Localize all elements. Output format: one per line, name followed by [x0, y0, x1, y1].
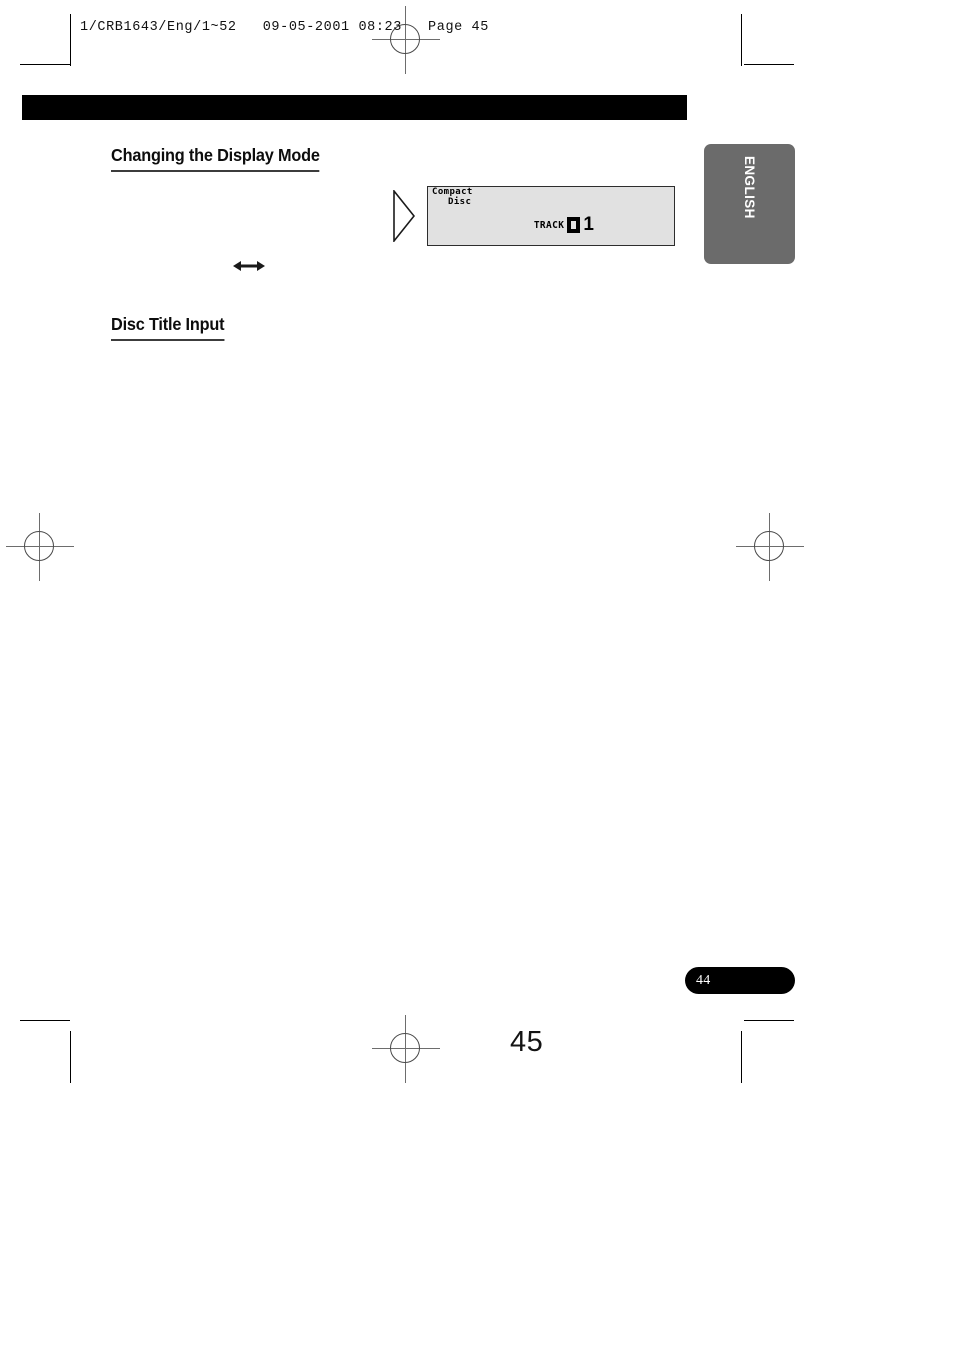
section-black-bar	[22, 95, 687, 120]
heading-disc-title-input: Disc Title Input	[111, 314, 225, 341]
compact-disc-logo-line-2: Disc	[448, 196, 472, 207]
crop-mark-bottom-right-vertical	[741, 1031, 742, 1083]
compact-disc-logo: Compact Disc	[432, 187, 473, 207]
crop-mark-top-right-vertical	[741, 14, 742, 66]
lcd-track-ones-digit: 1	[583, 214, 594, 235]
lcd-track-label: TRACK	[533, 219, 565, 231]
language-tab-label: ENGLISH	[742, 156, 757, 219]
lcd-track-readout: TRACK 1	[533, 214, 594, 235]
registration-target-top	[372, 6, 440, 74]
left-right-arrow-icon	[233, 258, 265, 274]
page-reference-badge: 44	[685, 967, 795, 994]
registration-target-bottom	[372, 1015, 440, 1083]
registration-ring	[24, 531, 54, 561]
crop-mark-bottom-right-horizontal	[744, 1020, 794, 1021]
manual-page: 1/CRB1643/Eng/1~52 09-05-2001 08:23 Page…	[0, 0, 954, 1351]
triangle-pointer-icon	[393, 188, 416, 244]
lcd-track-tens-digit	[567, 217, 581, 233]
registration-ring	[754, 531, 784, 561]
registration-target-left	[6, 513, 74, 581]
registration-ring	[390, 1033, 420, 1063]
page-folio-number: 45	[510, 1026, 544, 1058]
lcd-display-panel: Compact Disc TRACK 1	[427, 186, 675, 246]
crop-mark-top-right-horizontal	[744, 64, 794, 65]
page-reference-number: 44	[696, 972, 711, 988]
heading-changing-the-display-mode: Changing the Display Mode	[111, 145, 320, 172]
crop-mark-top-left-vertical	[70, 14, 71, 66]
crop-mark-top-left-horizontal	[20, 64, 70, 65]
language-tab-english: ENGLISH	[704, 144, 795, 264]
crop-mark-bottom-left-horizontal	[20, 1020, 70, 1021]
compact-disc-logo-line-1: Compact	[432, 187, 473, 197]
prepress-header-slug: 1/CRB1643/Eng/1~52 09-05-2001 08:23 Page…	[80, 20, 489, 35]
crop-mark-bottom-left-vertical	[70, 1031, 71, 1083]
registration-target-right	[736, 513, 804, 581]
